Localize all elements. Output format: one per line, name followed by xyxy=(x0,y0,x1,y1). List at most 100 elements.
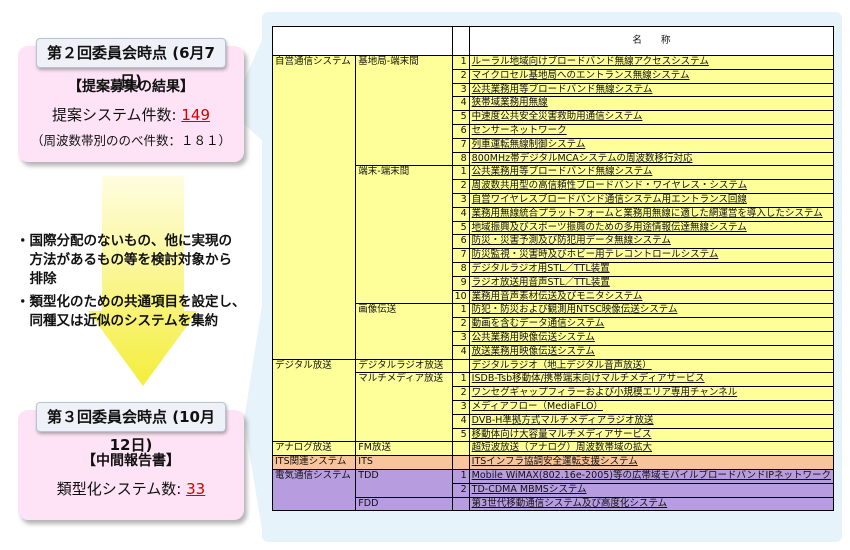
subcategory-cell: TDD xyxy=(355,468,453,498)
item-number: 6 xyxy=(451,123,470,139)
item-number: 10 xyxy=(451,289,470,305)
system-name: ITSインフラ協調安全運転支援システム xyxy=(471,456,638,468)
table-row: 自営通信システム 基地局‐端末間 1 ルーラル地域向けブロードバンド無線アクセスシステ… xyxy=(271,54,835,360)
exclusion-criteria-text: ・国際分配のないもの、他に実現の 方法があるもの等を検討対象から 排除 xyxy=(16,233,232,287)
table-row: 端末‐端末間 1 公共業務用等ブロードバンド無線システム xyxy=(273,165,835,305)
frequency-count-note: （周波数帯別ののべ件数：１８１） xyxy=(30,133,231,148)
system-name: 狭帯域業務用無線 xyxy=(471,97,548,109)
system-name: デジタルラジオ用STL／TTL装置 xyxy=(471,262,610,274)
system-name: 防災監視・災害時及びホビー用テレコントロールシステム xyxy=(471,249,719,261)
item-number xyxy=(451,455,470,470)
system-name: ISDB-Tsb移動体/携帯端末向けマルチメディアサービス xyxy=(471,373,705,385)
subcategory-cell: FM放送 xyxy=(355,441,453,457)
system-count-value: 33 xyxy=(186,480,206,498)
proposal-count: 提案システム件数: 149 xyxy=(18,104,244,125)
category-cell: 自営通信システム xyxy=(271,55,357,360)
item-number: 4 xyxy=(451,96,470,112)
categorization-text: ・類型化のための共通項目を設定し、 同種又は近似のシステムを集約 xyxy=(16,294,246,329)
item-number: 1 xyxy=(451,55,470,70)
item-number: 1 xyxy=(451,372,470,388)
interim-report-heading: 【中間報告書】 xyxy=(82,453,180,469)
item-number: 2 xyxy=(451,179,470,194)
system-name: 列車運転無線制御システム xyxy=(471,138,586,150)
table-header: 名 称 xyxy=(468,26,835,56)
subcategory-cell: デジタルラジオ放送 xyxy=(355,358,453,374)
item-number: 7 xyxy=(451,137,470,153)
item-number: 3 xyxy=(451,192,470,208)
system-name: 公共業務用映像伝送システム xyxy=(471,331,595,343)
committee-2-box: 第２回委員会時点 (6月7日) 【提案募集の結果】 提案システム件数: 149 … xyxy=(18,38,244,162)
system-table: 名 称自営通信システム 基地局‐端末間 1 ルーラル地域向けブロードバンド無線アクセス… xyxy=(271,26,835,512)
system-name: デジタルラジオ（地上デジタル音声放送） xyxy=(471,359,652,371)
item-number: 2 xyxy=(451,68,470,84)
table-row: FDD 第3世代移動通信システム及び高度化システム xyxy=(273,496,835,512)
system-name: 自営ワイヤレスブロードバンド通信システム用エントランス回線 xyxy=(471,193,747,205)
committee-3-title: 第３回委員会時点 (10月12日) xyxy=(36,402,226,454)
system-name: 業務用無線統合プラットフォームと業務用無線に適した網運営を導入したシステム xyxy=(471,207,823,219)
system-name: 防犯・防災および観測用NTSC映像伝送システム xyxy=(471,304,678,316)
proposal-count-label: 提案システム件数: xyxy=(51,106,177,124)
system-name: ラジオ放送用音声STL／TTL装置 xyxy=(471,276,610,288)
table-row: 電気通信システム TDD 1 Mobile WiMAX(802.16e-2005)等の… xyxy=(271,468,835,512)
item-number: 2 xyxy=(451,386,470,401)
item-number: 2 xyxy=(451,317,470,332)
system-name: 移動体向け大容量マルチメディアサービス xyxy=(471,428,652,440)
system-name: ルーラル地域向けブロードバンド無線アクセスシステム xyxy=(471,56,709,67)
subcategory-cell: 画像伝送 xyxy=(355,303,453,360)
item-number xyxy=(451,496,470,512)
proposal-results-heading: 【提案募集の結果】 xyxy=(68,79,194,95)
item-number: 3 xyxy=(451,82,470,98)
item-number: 4 xyxy=(451,206,470,222)
category-cell: 電気通信システム xyxy=(271,468,357,512)
system-name: 業務用音声素材伝送及びモニタシステム xyxy=(471,290,643,302)
item-number xyxy=(451,358,470,374)
system-name: 防災・災害予測及び防犯用データ無線システム xyxy=(471,235,671,247)
system-name: Mobile WiMAX(802.16e-2005)等の広帯域モバイルブロードバ… xyxy=(471,469,831,481)
subcategory-cell: ITS xyxy=(355,455,453,470)
item-number: 5 xyxy=(451,110,470,125)
item-number: 8 xyxy=(451,261,470,277)
table-row: デジタル放送 デジタルラジオ放送 デジタルラジオ（地上デジタル音声放送） xyxy=(271,358,835,443)
system-name: マイクロセル基地局へのエントランス無線システム xyxy=(471,69,690,81)
system-name: 放送業務用映像伝送システム xyxy=(471,345,595,357)
item-number: 3 xyxy=(451,330,470,346)
category-cell: アナログ放送 xyxy=(271,441,357,457)
item-number: 1 xyxy=(451,468,470,484)
proposal-count-value: 149 xyxy=(181,106,211,124)
table-row: 画像伝送 1 防犯・防災および観測用NTSC映像伝送システム xyxy=(273,303,835,360)
system-name: ワンセグギャップフィラーおよび小規模エリア専用チャンネル xyxy=(471,387,738,399)
table-row: アナログ放送 FM放送 超短波放送（アナログ）周波数帯域の拡大 xyxy=(271,441,835,457)
subcategory-cell: FDD xyxy=(355,496,453,512)
item-number: 6 xyxy=(451,234,470,250)
system-name: 公共業務用等ブロードバンド無線システム xyxy=(471,166,653,178)
committee-3-box: 第３回委員会時点 (10月12日) 【中間報告書】 類型化システム数: 33 xyxy=(18,402,244,520)
item-number: 2 xyxy=(451,482,470,498)
category-cell: ITS関連システム xyxy=(271,455,357,470)
table-row: ITS関連システム ITS ITSインフラ協調安全運転支援システム xyxy=(271,455,835,470)
system-name: 第3世代移動通信システム及び高度化システム xyxy=(471,497,668,509)
system-count: 類型化システム数: 33 xyxy=(18,478,244,499)
system-count-label: 類型化システム数: xyxy=(56,480,182,498)
system-name: TD-CDMA MBMSシステム xyxy=(471,483,587,495)
system-name: DVB-H準拠方式マルチメディアラジオ放送 xyxy=(471,414,654,426)
item-number: 9 xyxy=(451,275,470,291)
system-name: 周波数共用型の高信頼性ブロードバンド・ワイヤレス・システム xyxy=(471,180,748,192)
system-name: 公共業務用等ブロードバンド無線システム xyxy=(471,83,653,95)
item-number: 7 xyxy=(451,248,470,263)
system-name: 超短波放送（アナログ）周波数帯域の拡大 xyxy=(471,442,652,454)
item-number: 4 xyxy=(451,413,470,429)
item-number: 4 xyxy=(451,344,470,360)
system-name: メディアフロー（MediaFLO） xyxy=(471,400,603,412)
system-name: 800MHz帯デジタルMCAシステムの周波数移行対応 xyxy=(471,152,693,164)
committee-2-title: 第２回委員会時点 (6月7日) xyxy=(36,38,226,90)
item-number: 5 xyxy=(451,427,470,443)
subcategory-cell: 基地局‐端末間 xyxy=(355,54,453,167)
system-name: 動画を含むデータ通信システム xyxy=(471,318,605,330)
subcategory-cell: マルチメディア放送 xyxy=(355,372,453,443)
system-name: 地域振興及びスポーツ振興のための多用途情報伝達無線システム xyxy=(471,221,747,233)
table-row: マルチメディア放送 1 ISDB-Tsb移動体/携帯端末向けマルチメディアサービス xyxy=(273,372,835,443)
item-number: 1 xyxy=(451,303,470,319)
item-number xyxy=(451,441,470,457)
item-number: 1 xyxy=(451,165,470,181)
system-name: 中速度公共安全災害救助用通信システム xyxy=(471,111,643,123)
